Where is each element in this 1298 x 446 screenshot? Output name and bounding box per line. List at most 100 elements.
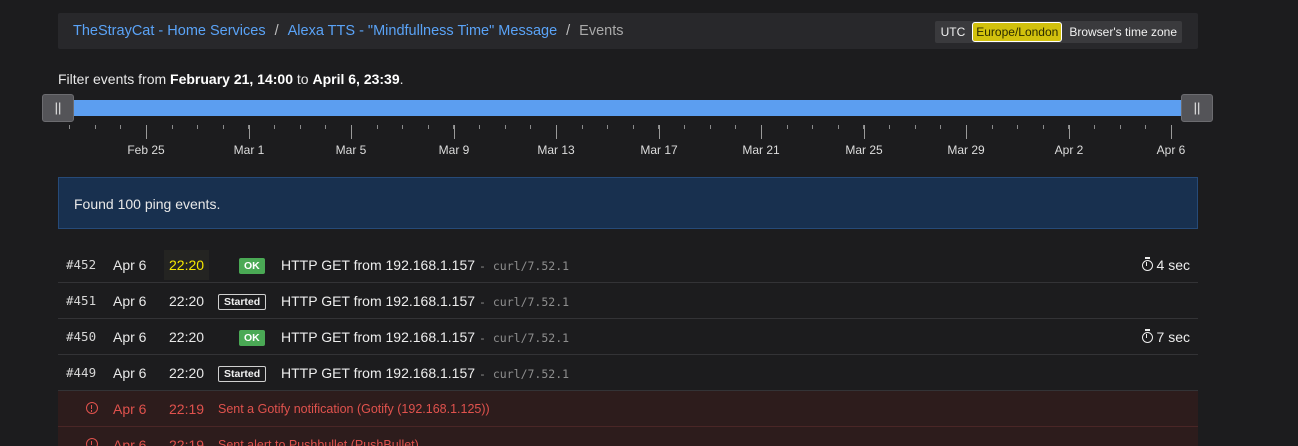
filter-suffix: . — [399, 71, 404, 87]
event-number: #449 — [66, 365, 97, 380]
alert-circle-icon — [86, 402, 98, 414]
slider-minor-tick — [838, 125, 839, 129]
slider-minor-tick — [1043, 125, 1044, 129]
timezone-browser-button[interactable]: Browser's time zone — [1064, 21, 1182, 43]
results-alert: Found 100 ping events. — [58, 177, 1198, 229]
event-user-agent: - curl/7.52.1 — [479, 259, 570, 273]
slider-minor-tick — [274, 125, 275, 129]
event-row[interactable]: #449 Apr 6 22:20 Started HTTP GET from 192.1… — [58, 355, 1198, 391]
slider-major-tick — [249, 125, 250, 139]
event-time: 22:20 — [169, 365, 205, 381]
slider-major-tick — [1171, 125, 1172, 139]
stopwatch-icon — [1141, 329, 1153, 343]
event-row[interactable]: #450 Apr 6 22:20 OK HTTP GET from 192.168.1.… — [58, 319, 1198, 355]
event-time: 22:19 — [169, 401, 205, 417]
breadcrumb-check-link[interactable]: Alexa TTS - "Mindfullness Time" Message — [288, 23, 558, 39]
slider-minor-tick — [402, 125, 403, 129]
timezone-utc-button[interactable]: UTC — [935, 21, 971, 43]
slider-minor-tick — [428, 125, 429, 129]
event-date: Apr 6 — [113, 437, 147, 446]
slider-tick-label: Apr 2 — [1054, 143, 1084, 157]
date-range-slider[interactable] — [58, 100, 1198, 116]
slider-tick-label: Mar 21 — [742, 143, 780, 157]
slider-minor-tick — [889, 125, 890, 129]
breadcrumb: TheStrayCat - Home Services / Alexa TTS - … — [73, 23, 624, 39]
slider-minor-tick — [607, 125, 608, 129]
slider-major-tick — [864, 125, 865, 139]
slider-minor-tick — [735, 125, 736, 129]
notification-row[interactable]: Apr 6 22:19 Sent alert to Pushbullet (Push… — [58, 427, 1198, 446]
slider-tick-label: Mar 29 — [947, 143, 985, 157]
slider-tick-label: Mar 13 — [537, 143, 575, 157]
slider-minor-tick — [633, 125, 634, 129]
event-date: Apr 6 — [113, 257, 147, 273]
event-message-text: HTTP GET from 192.168.1.157 — [281, 257, 476, 273]
stopwatch-icon — [1141, 257, 1153, 271]
slider-minor-tick — [1017, 125, 1018, 129]
slider-tick-label: Mar 25 — [845, 143, 883, 157]
slider-minor-tick — [1094, 125, 1095, 129]
event-time: 22:20 — [169, 293, 205, 309]
event-message-text: HTTP GET from 192.168.1.157 — [281, 293, 476, 309]
event-time: 22:20 — [169, 329, 205, 345]
filter-to: April 6, 23:39 — [312, 71, 400, 87]
slider-minor-tick — [812, 125, 813, 129]
breadcrumb-separator: / — [274, 23, 279, 39]
slider-minor-tick — [1120, 125, 1121, 129]
slider-minor-tick — [479, 125, 480, 129]
event-message: HTTP GET from 192.168.1.157- curl/7.52.1 — [281, 257, 569, 273]
event-number: #451 — [66, 293, 97, 308]
slider-major-tick — [454, 125, 455, 139]
slider-minor-tick — [530, 125, 531, 129]
event-duration-text: 4 sec — [1156, 257, 1190, 273]
slider-minor-tick — [69, 125, 70, 129]
event-date: Apr 6 — [113, 401, 147, 417]
events-list: #452 Apr 6 22:20 OK HTTP GET from 192.168.1.… — [58, 247, 1198, 446]
event-duration: 7 sec — [1141, 329, 1190, 345]
slider-minor-tick — [300, 125, 301, 129]
filter-prefix: Filter events from — [58, 71, 167, 87]
breadcrumb-bar: TheStrayCat - Home Services / Alexa TTS - … — [58, 13, 1198, 49]
event-date: Apr 6 — [113, 365, 147, 381]
event-time: 22:20 — [164, 250, 210, 280]
filter-from: February 21, 14:00 — [170, 71, 293, 87]
slider-major-tick — [146, 125, 147, 139]
breadcrumb-project-link[interactable]: TheStrayCat - Home Services — [73, 23, 266, 39]
slider-major-tick — [966, 125, 967, 139]
slider-tick-label: Mar 17 — [640, 143, 678, 157]
event-time: 22:19 — [169, 437, 205, 446]
slider-minor-tick — [582, 125, 583, 129]
slider-minor-tick — [940, 125, 941, 129]
slider-tick-label: Mar 1 — [233, 143, 265, 157]
timezone-london-button[interactable]: Europe/London — [972, 22, 1063, 42]
slider-tick-label: Mar 5 — [335, 143, 367, 157]
slider-minor-tick — [710, 125, 711, 129]
event-message-text: HTTP GET from 192.168.1.157 — [281, 365, 476, 381]
slider-major-tick — [1069, 125, 1070, 139]
status-badge: Started — [218, 366, 267, 382]
event-row[interactable]: #452 Apr 6 22:20 OK HTTP GET from 192.168.1.… — [58, 247, 1198, 283]
slider-tick-label: Feb 25 — [127, 143, 165, 157]
event-duration: 4 sec — [1141, 257, 1190, 273]
slider-major-tick — [659, 125, 660, 139]
slider-minor-tick — [915, 125, 916, 129]
timezone-switcher: UTC Europe/London Browser's time zone — [934, 21, 1182, 43]
slider-minor-tick — [377, 125, 378, 129]
event-number: #452 — [66, 257, 97, 272]
event-date: Apr 6 — [113, 329, 147, 345]
slider-minor-tick — [325, 125, 326, 129]
slider-minor-tick — [120, 125, 121, 129]
slider-minor-tick — [223, 125, 224, 129]
slider-minor-tick — [992, 125, 993, 129]
slider-end-handle[interactable]: || — [1181, 94, 1213, 122]
event-user-agent: - curl/7.52.1 — [479, 295, 570, 309]
page: TheStrayCat - Home Services / Alexa TTS - … — [0, 0, 1298, 446]
slider-tick-label: Apr 6 — [1156, 143, 1186, 157]
event-message-text: HTTP GET from 192.168.1.157 — [281, 329, 476, 345]
slider-start-handle[interactable]: || — [42, 94, 74, 122]
event-duration-text: 7 sec — [1156, 329, 1190, 345]
slider-minor-tick — [505, 125, 506, 129]
event-row[interactable]: #451 Apr 6 22:20 Started HTTP GET from 192.1… — [58, 283, 1198, 319]
slider-ticks — [0, 125, 1298, 141]
notification-row[interactable]: Apr 6 22:19 Sent a Gotify notification (Go… — [58, 391, 1198, 427]
